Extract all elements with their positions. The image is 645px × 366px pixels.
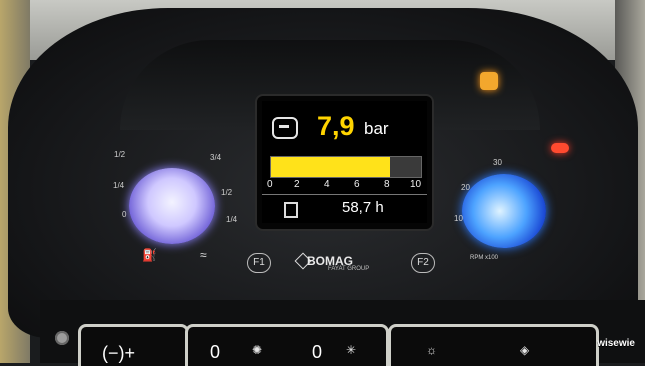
seat-warning-icon	[480, 72, 498, 90]
display-screen: 7,9 bar 0 2 4 6 8 10 58,7 h	[262, 101, 427, 223]
pressure-scale: 0 2 4 6 8 10	[267, 179, 427, 193]
fuel-gauge	[129, 168, 215, 244]
brand-subtitle: FAYAT GROUP	[328, 266, 370, 272]
scale-tick: 10	[410, 179, 422, 190]
rpm-gauge	[462, 174, 546, 248]
switch-zero-left: 0	[210, 342, 221, 362]
right-scale-label: 30	[493, 158, 502, 167]
pressure-bar	[270, 156, 422, 178]
hourglass-icon	[284, 202, 298, 218]
red-warning-icon	[551, 143, 569, 153]
lamp-icon: ◈	[520, 343, 530, 357]
beacon-icon: ✳	[346, 343, 357, 357]
scale-tick: 6	[354, 179, 360, 190]
rpm-label: RPM x100	[470, 255, 499, 261]
scale-tick: 4	[324, 179, 330, 190]
screw	[55, 331, 69, 345]
work-light-icon: ✺	[252, 343, 263, 357]
watermark: wisewie	[597, 338, 635, 349]
pressure-unit: bar	[364, 119, 389, 138]
switch-label: (−)+	[102, 343, 136, 363]
left-scale-label: 1/4	[226, 215, 238, 224]
rocker-switch-right[interactable]	[388, 324, 599, 366]
hydraulic-pump-icon	[272, 117, 298, 139]
f1-button[interactable]: F1	[247, 253, 271, 273]
left-scale-label: 1/4	[113, 181, 125, 190]
operating-hours: 58,7 h	[342, 199, 384, 216]
right-scale-label: 20	[461, 183, 470, 192]
right-scale-label: 10	[454, 214, 463, 223]
pressure-row: 7,9 bar	[262, 109, 427, 143]
scale-tick: 0	[267, 179, 273, 190]
pressure-bar-fill	[271, 157, 390, 177]
lights-icon: ☼	[426, 343, 437, 357]
display-divider	[262, 194, 427, 195]
fuel-icon: ⛽	[142, 248, 157, 262]
left-scale-label: 0	[122, 210, 127, 219]
f2-button[interactable]: F2	[411, 253, 435, 273]
coolant-icon: ≈	[200, 248, 207, 262]
scale-tick: 2	[294, 179, 300, 190]
left-scale-label: 1/2	[114, 150, 126, 159]
left-scale-label: 1/2	[221, 188, 233, 197]
pressure-value: 7,9	[317, 111, 355, 141]
scale-tick: 8	[384, 179, 390, 190]
switch-zero-middle: 0	[312, 342, 323, 362]
left-scale-label: 3/4	[210, 153, 222, 162]
